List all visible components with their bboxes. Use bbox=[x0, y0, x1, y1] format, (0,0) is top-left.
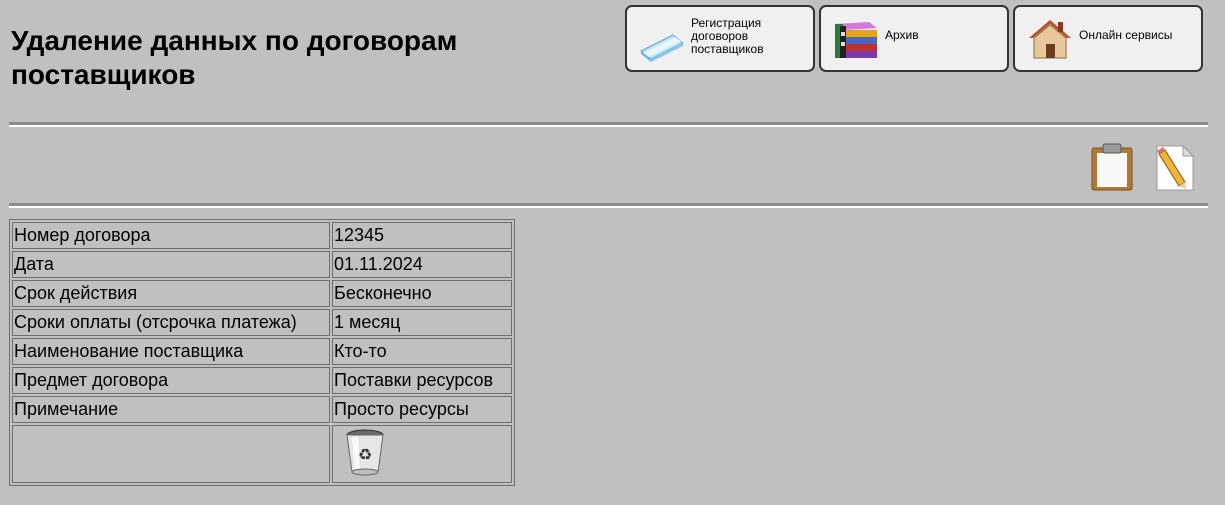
table-row: Примечание Просто ресурсы bbox=[12, 396, 512, 423]
row-value: 1 месяц bbox=[332, 309, 512, 336]
row-label: Примечание bbox=[12, 396, 330, 423]
row-label: Номер договора bbox=[12, 222, 330, 249]
contract-registration-icon bbox=[640, 34, 684, 62]
nav-button-archive[interactable]: Архив bbox=[819, 5, 1009, 72]
table-row: Предмет договора Поставки ресурсов bbox=[12, 367, 512, 394]
archive-books-icon bbox=[835, 22, 877, 58]
row-value: Бесконечно bbox=[332, 280, 512, 307]
empty-cell bbox=[12, 425, 330, 483]
table-row: Дата 01.11.2024 bbox=[12, 251, 512, 278]
row-label: Сроки оплаты (отсрочка платежа) bbox=[12, 309, 330, 336]
row-value: Просто ресурсы bbox=[332, 396, 512, 423]
delete-row: ♻ bbox=[12, 425, 512, 483]
table-row: Наименование поставщика Кто-то bbox=[12, 338, 512, 365]
header-divider bbox=[9, 122, 1208, 127]
row-label: Предмет договора bbox=[12, 367, 330, 394]
page-title: Удаление данных по договорам поставщиков bbox=[11, 25, 458, 90]
row-value: 12345 bbox=[332, 222, 512, 249]
table-row: Номер договора 12345 bbox=[12, 222, 512, 249]
edit-document-icon[interactable] bbox=[1153, 144, 1197, 192]
house-icon bbox=[1029, 20, 1071, 59]
nav-button-online-services[interactable]: Онлайн сервисы bbox=[1013, 5, 1203, 72]
table-row: Срок действия Бесконечно bbox=[12, 280, 512, 307]
toolbar-divider bbox=[9, 203, 1208, 208]
table-row: Сроки оплаты (отсрочка платежа) 1 месяц bbox=[12, 309, 512, 336]
clipboard-icon[interactable] bbox=[1089, 143, 1135, 191]
row-label: Дата bbox=[12, 251, 330, 278]
nav-button-label: Онлайн сервисы bbox=[1079, 28, 1173, 42]
nav-button-contract-registration[interactable]: Регистрация договоров поставщиков bbox=[625, 5, 815, 72]
row-label: Наименование поставщика bbox=[12, 338, 330, 365]
row-value: 01.11.2024 bbox=[332, 251, 512, 278]
contract-details-table: Номер договора 12345 Дата 01.11.2024 Сро… bbox=[9, 219, 515, 486]
svg-text:♻: ♻ bbox=[358, 445, 372, 464]
row-label: Срок действия bbox=[12, 280, 330, 307]
nav-button-label: Архив bbox=[885, 28, 919, 42]
row-value: Поставки ресурсов bbox=[332, 367, 512, 394]
delete-cell: ♻ bbox=[332, 425, 512, 483]
nav-button-label: Регистрация договоров поставщиков bbox=[691, 16, 764, 56]
row-value: Кто-то bbox=[332, 338, 512, 365]
recycle-bin-icon[interactable]: ♻ bbox=[344, 428, 386, 476]
